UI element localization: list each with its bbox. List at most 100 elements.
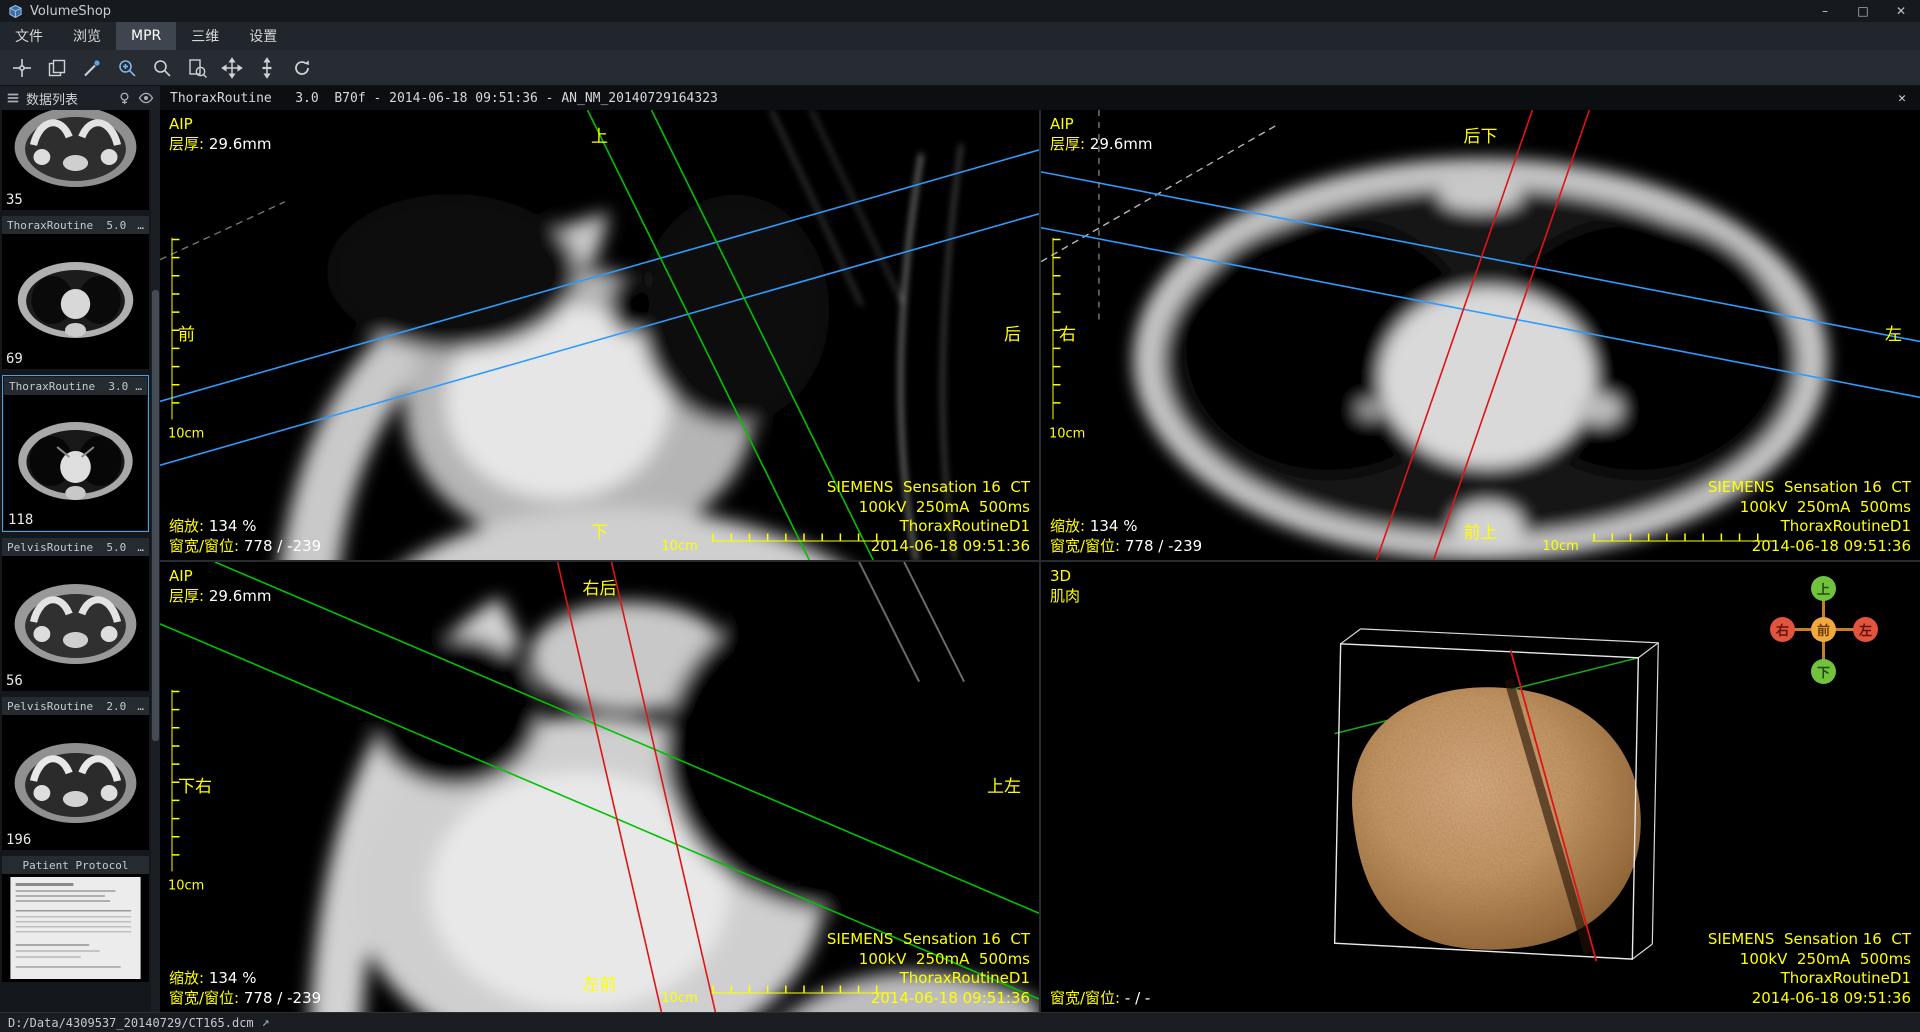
tabbar: ThoraxRoutine 3.0 B70f - 2014-06-18 09:5… — [160, 86, 1920, 110]
series-item-thorax-3-selected[interactable]: ThoraxRoutine 3.0 … 118 — [2, 375, 149, 532]
orientation-gizmo[interactable]: 上 下 右 左 前 — [1768, 574, 1880, 686]
menu-browse[interactable]: 浏览 — [58, 22, 116, 50]
menu-file[interactable]: 文件 — [0, 22, 58, 50]
window-level-tool-button[interactable] — [251, 53, 283, 83]
sidebar-scrollbar[interactable] — [151, 110, 160, 1012]
orientation-left-label: 右 — [1059, 324, 1076, 345]
gizmo-right-side-button[interactable]: 右 — [1770, 617, 1795, 642]
maximize-button[interactable]: □ — [1844, 0, 1882, 22]
close-button[interactable]: ✕ — [1882, 0, 1920, 22]
overlay-zoom-window: 缩放: 134 % 窗宽/窗位: 778 / -239 — [1050, 517, 1203, 555]
overlay-mode-info: 3D 肌肉 — [1050, 567, 1080, 606]
series-list: 35 ThoraxRoutine 5.0 … 69 ThoraxRoutine 3… — [0, 110, 160, 1012]
reset-icon — [295, 59, 309, 75]
chest-ct-thumbnail — [4, 395, 147, 530]
series-item-pelvis-partial[interactable]: 35 — [2, 110, 149, 210]
series-menu-dots[interactable]: … — [137, 541, 144, 554]
probe-tool-button[interactable] — [76, 53, 108, 83]
window-level-icon — [262, 56, 272, 79]
series-header[interactable]: ThoraxRoutine 5.0… — [2, 216, 149, 234]
app-logo-icon — [9, 4, 22, 18]
zoom-in-tool-button[interactable] — [111, 53, 143, 83]
menu-mpr[interactable]: MPR — [116, 22, 177, 50]
ruler-bottom-label: 10cm — [1542, 539, 1578, 554]
statusbar: D:/Data/4309537_20140729/CT165.dcm ↗ — [0, 1012, 1920, 1032]
region-zoom-tool-button[interactable] — [181, 53, 213, 83]
series-thumbnail[interactable]: 196 — [2, 715, 149, 850]
viewport-3d[interactable]: 3D 肌肉 上 下 右 左 前 窗宽/窗位: - / - SIEMENS Sens… — [1041, 562, 1920, 1012]
probe-icon — [84, 59, 100, 76]
tab-close-icon[interactable]: ✕ — [1894, 91, 1910, 106]
protocol-thumbnail[interactable] — [2, 874, 149, 982]
gizmo-front-button[interactable]: 前 — [1811, 617, 1836, 642]
gizmo-down-button[interactable]: 下 — [1811, 659, 1836, 684]
overlay-zoom-window: 窗宽/窗位: - / - — [1050, 988, 1151, 1007]
orientation-bottom-label: 前上 — [1463, 522, 1498, 543]
protocol-document-thumbnail — [2, 874, 149, 982]
image-count: 196 — [6, 832, 32, 848]
pelvis-ct-thumbnail — [2, 715, 149, 850]
orientation-bottom-label: 下 — [591, 522, 608, 543]
viewport-sagittal[interactable]: 10cm 10cm AIP 层厚: 29.6mm 上 前 后 下 缩放: 134 … — [160, 110, 1039, 560]
region-zoom-icon — [189, 58, 207, 78]
image-count: 56 — [6, 673, 23, 689]
toolbar — [0, 50, 1920, 86]
list-icon — [7, 93, 19, 103]
series-thumbnail[interactable]: 56 — [2, 556, 149, 691]
orientation-left-label: 下右 — [178, 776, 212, 797]
tab-series-title[interactable]: ThoraxRoutine 3.0 B70f - 2014-06-18 09:5… — [170, 91, 718, 106]
gizmo-up-button[interactable]: 上 — [1811, 576, 1836, 601]
series-menu-dots[interactable]: … — [135, 380, 142, 393]
muscle-volume-blob — [1352, 687, 1641, 950]
series-menu-dots[interactable]: … — [137, 219, 144, 232]
overlay-device-info: SIEMENS Sensation 16 CT 100kV 250mA 500ms… — [826, 930, 1030, 1007]
reveal-file-icon[interactable]: ↗ — [262, 1015, 270, 1030]
reset-tool-button[interactable] — [286, 53, 318, 83]
crosshair-tool-button[interactable] — [6, 53, 38, 83]
series-header[interactable]: Patient Protocol — [2, 856, 149, 874]
ruler-left-label: 10cm — [168, 426, 204, 441]
series-title: ThoraxRoutine 3.0 — [9, 379, 129, 393]
series-header[interactable]: ThoraxRoutine 3.0 … — [4, 377, 147, 395]
series-item-pelvis-2[interactable]: PelvisRoutine 2.0 … 196 — [2, 697, 149, 850]
overlay-mode-info: AIP 层厚: 29.6mm — [1050, 115, 1153, 153]
series-thumbnail[interactable]: 118 — [4, 395, 147, 530]
series-title: Patient Protocol — [22, 858, 129, 872]
sidebar-scrollbar-thumb[interactable] — [152, 290, 159, 742]
mode-label: AIP — [169, 115, 193, 133]
series-menu-dots[interactable]: … — [137, 700, 144, 713]
series-layout-tool-button[interactable] — [41, 53, 73, 83]
zoom-in-icon — [119, 59, 136, 77]
window-title: VolumeShop — [30, 3, 112, 19]
gizmo-left-side-button[interactable]: 左 — [1853, 617, 1878, 642]
pan-tool-button[interactable] — [216, 53, 248, 83]
orientation-top-label: 后下 — [1463, 127, 1498, 147]
ruler-left-label: 10cm — [168, 878, 204, 893]
eye-icon[interactable] — [138, 90, 154, 106]
overlay-zoom-window: 缩放: 134 % 窗宽/窗位: 778 / -239 — [169, 969, 322, 1007]
locate-icon[interactable] — [117, 91, 132, 106]
series-thumbnail[interactable]: 69 — [2, 234, 149, 369]
series-item-patient-protocol[interactable]: Patient Protocol — [2, 856, 149, 982]
series-header[interactable]: PelvisRoutine 5.0… — [2, 538, 149, 556]
minimize-button[interactable]: – — [1806, 0, 1844, 22]
volumeshop-window: VolumeShop – □ ✕ 文件 浏览 MPR 三维 设置 数据列表 35… — [0, 0, 1920, 1032]
orientation-left-label: 前 — [178, 324, 195, 345]
series-thumbnail[interactable]: 35 — [2, 110, 149, 210]
titlebar: VolumeShop – □ ✕ — [0, 0, 1920, 22]
menu-settings[interactable]: 设置 — [234, 22, 292, 50]
series-item-pelvis-5[interactable]: PelvisRoutine 5.0 … 56 — [2, 538, 149, 691]
series-title: PelvisRoutine 2.0 — [7, 699, 127, 713]
series-item-thorax-5[interactable]: ThoraxRoutine 5.0 … 69 — [2, 216, 149, 369]
menu-3d[interactable]: 三维 — [176, 22, 234, 50]
orientation-right-label: 后 — [1004, 324, 1021, 345]
magnifier-tool-button[interactable] — [146, 53, 178, 83]
viewport-coronal[interactable]: 10cm 10cm AIP 层厚: 29.6mm 右后 下右 上左 左前 缩放: … — [160, 562, 1039, 1012]
viewport-axial[interactable]: 10cm 10cm AIP 层厚: 29.6mm 后下 右 左 前上 缩放: 13… — [1041, 110, 1920, 560]
overlay-mode-info: AIP 层厚: 29.6mm — [169, 115, 272, 153]
series-header[interactable]: PelvisRoutine 2.0 … — [2, 697, 149, 715]
magnifier-icon — [154, 59, 171, 77]
current-file-path: D:/Data/4309537_20140729/CT165.dcm — [8, 1015, 254, 1030]
orientation-top-label: 右后 — [582, 579, 617, 599]
pelvis-ct-thumbnail — [2, 110, 149, 210]
